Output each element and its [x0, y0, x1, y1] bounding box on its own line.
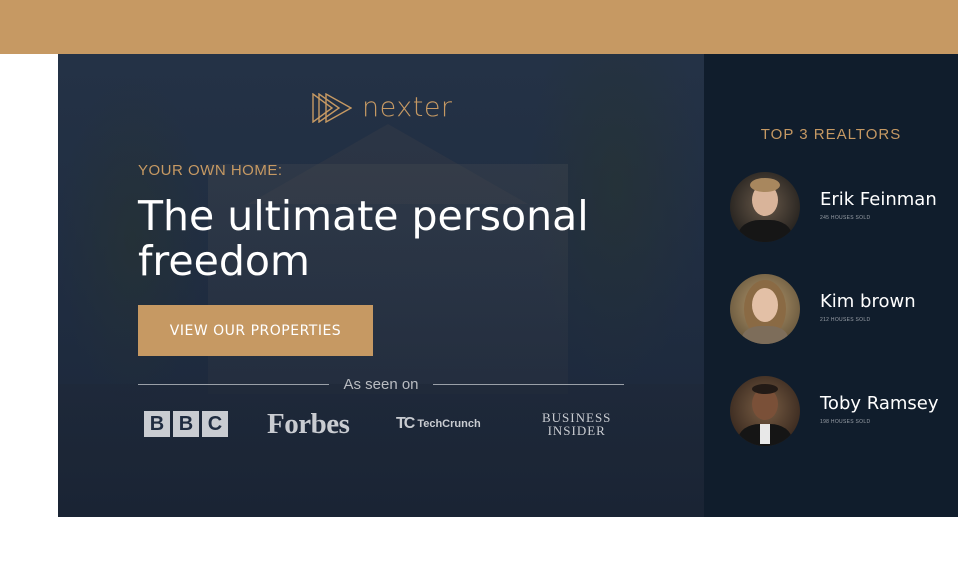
as-seen-on-label: As seen on [343, 375, 419, 393]
bbc-letter: B [144, 411, 170, 437]
avatar-suit [738, 220, 792, 242]
realtor-card[interactable]: Toby Ramsey 198 HOUSES SOLD [730, 376, 958, 446]
divider-line-left [138, 383, 330, 385]
avatar [730, 172, 800, 242]
hero-headline: The ultimate personal freedom [138, 192, 589, 285]
realtor-name: Kim brown [820, 291, 916, 312]
realtor-card[interactable]: Erik Feinman 245 HOUSES SOLD [730, 172, 958, 242]
realtors-sidebar: TOP 3 REALTORS Erik Feinman 245 HOUSES S… [704, 54, 958, 517]
hero-section: nexter YOUR OWN HOME: The ultimate perso… [58, 54, 704, 517]
forbes-wordmark: Forbes [267, 407, 350, 440]
realtor-name: Toby Ramsey [820, 393, 939, 414]
business-insider-logo[interactable]: BUSINESS INSIDER [542, 404, 611, 444]
realtor-houses-sold: 245 HOUSES SOLD [820, 215, 871, 221]
top-bar [0, 0, 958, 54]
brand-logo[interactable]: nexter [312, 92, 453, 123]
brand-name: nexter [362, 92, 453, 123]
as-seen-on-divider: As seen on [138, 372, 624, 396]
avatar-hair [750, 178, 780, 192]
techcrunch-wordmark: TechCrunch [417, 418, 481, 430]
business-insider-line2: INSIDER [547, 423, 606, 438]
bbc-letter: C [202, 411, 228, 437]
techcrunch-logo[interactable]: TC TechCrunch [396, 404, 481, 444]
avatar [730, 274, 800, 344]
divider-line-right [432, 383, 624, 385]
view-properties-button[interactable]: VIEW OUR PROPERTIES [138, 305, 373, 356]
bbc-letter: B [173, 411, 199, 437]
realtors-title: TOP 3 REALTORS [760, 126, 902, 143]
realtor-card[interactable]: Kim brown 212 HOUSES SOLD [730, 274, 958, 344]
avatar-hair [752, 384, 778, 394]
avatar-face [752, 288, 778, 322]
avatar-top [742, 326, 788, 344]
avatar-shirt [760, 424, 770, 444]
bbc-logo[interactable]: B B C [144, 404, 231, 444]
forbes-logo[interactable]: Forbes [267, 404, 350, 444]
avatar [730, 376, 800, 446]
realtor-houses-sold: 212 HOUSES SOLD [820, 317, 871, 323]
realtor-houses-sold: 198 HOUSES SOLD [820, 419, 871, 425]
realtor-name: Erik Feinman [820, 189, 937, 210]
logo-play-icon [312, 92, 352, 123]
techcrunch-mark: TC [396, 415, 415, 432]
hero-eyebrow: YOUR OWN HOME: [138, 162, 283, 179]
